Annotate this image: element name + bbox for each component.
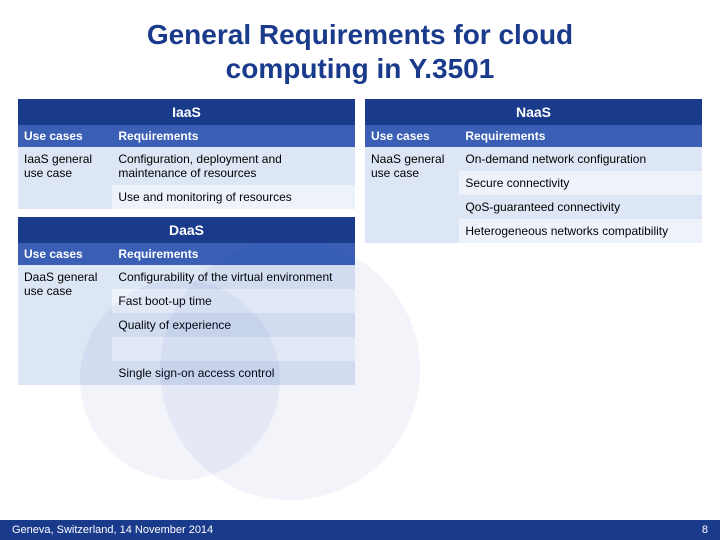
right-section: NaaS Use cases Requirements NaaS general…: [365, 99, 702, 243]
table-row: IaaS general use case Configuration, dep…: [18, 147, 355, 185]
footer-left: Geneva, Switzerland, 14 November 2014: [12, 524, 213, 536]
naas-col-use-cases: Use cases: [365, 125, 459, 147]
iaas-header: IaaS: [18, 99, 355, 125]
tables-row: IaaS Use cases Requirements IaaS general…: [18, 99, 702, 385]
naas-use-case-cell: NaaS general use case: [365, 147, 459, 243]
daas-req-5: Single sign-on access control: [112, 361, 355, 385]
naas-req-3: QoS-guaranteed connectivity: [459, 195, 702, 219]
daas-table: DaaS Use cases Requirements DaaS general…: [18, 217, 355, 385]
naas-req-2: Secure connectivity: [459, 171, 702, 195]
iaas-use-case-cell: IaaS general use case: [18, 147, 112, 209]
iaas-table: IaaS Use cases Requirements IaaS general…: [18, 99, 355, 209]
daas-req-1: Configurability of the virtual environme…: [112, 265, 355, 289]
iaas-col-use-cases: Use cases: [18, 125, 112, 147]
daas-use-case-cell: DaaS general use case: [18, 265, 112, 385]
title-line1: General Requirements for cloud: [147, 19, 573, 50]
naas-req-4: Heterogeneous networks compatibility: [459, 219, 702, 243]
naas-req-1: On-demand network configuration: [459, 147, 702, 171]
footer-right: 8: [702, 524, 708, 536]
daas-req-3: Quality of experience: [112, 313, 355, 337]
daas-col-requirements: Requirements: [112, 243, 355, 265]
daas-header: DaaS: [18, 217, 355, 243]
table-row: NaaS general use case On-demand network …: [365, 147, 702, 171]
page-container: General Requirements for cloud computing…: [0, 0, 720, 540]
daas-req-2: Fast boot-up time: [112, 289, 355, 313]
page-title: General Requirements for cloud computing…: [18, 18, 702, 85]
iaas-req-1: Configuration, deployment and maintenanc…: [112, 147, 355, 185]
daas-col-use-cases: Use cases: [18, 243, 112, 265]
left-section: IaaS Use cases Requirements IaaS general…: [18, 99, 355, 385]
naas-header: NaaS: [365, 99, 702, 125]
iaas-col-requirements: Requirements: [112, 125, 355, 147]
footer-bar: Geneva, Switzerland, 14 November 2014 8: [0, 520, 720, 540]
naas-col-requirements: Requirements: [459, 125, 702, 147]
naas-table: NaaS Use cases Requirements NaaS general…: [365, 99, 702, 243]
daas-req-4: [112, 337, 355, 361]
table-row: DaaS general use case Configurability of…: [18, 265, 355, 289]
iaas-req-2: Use and monitoring of resources: [112, 185, 355, 209]
title-line2: computing in Y.3501: [226, 53, 495, 84]
